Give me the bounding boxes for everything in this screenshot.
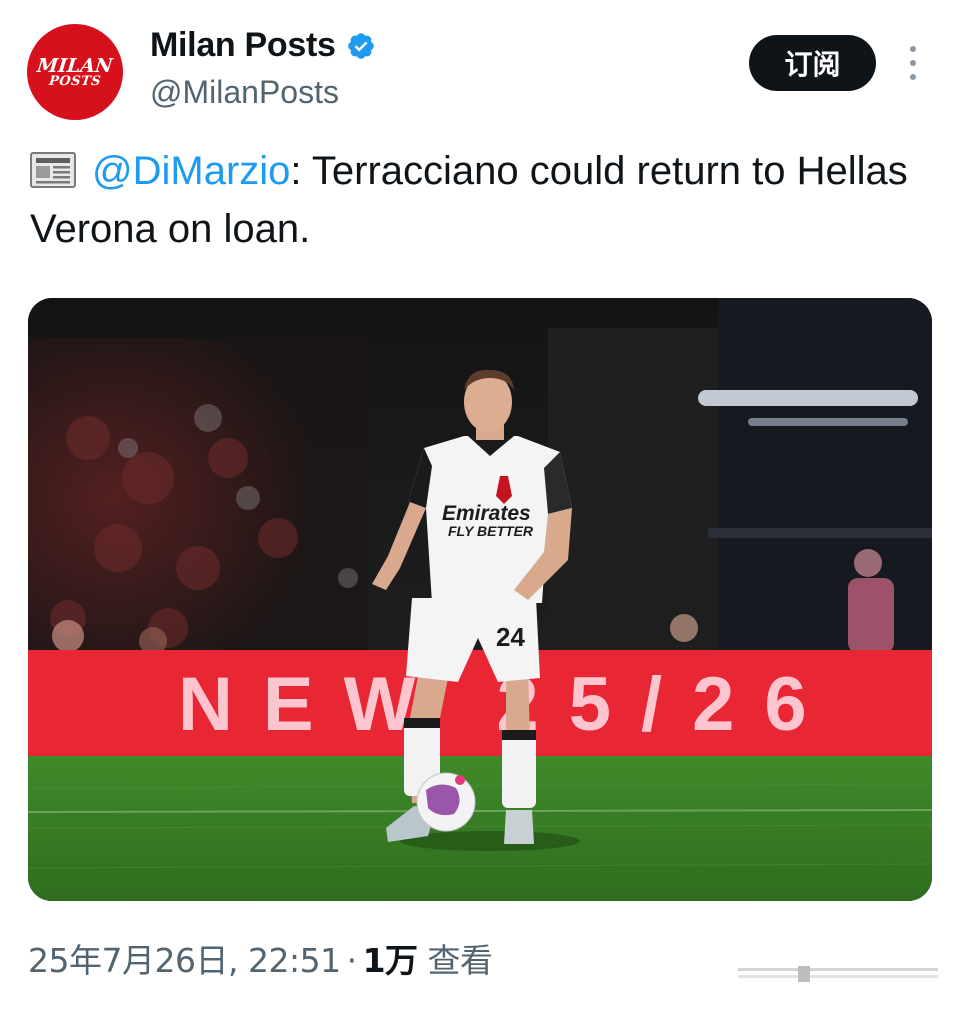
more-options-icon[interactable]: [905, 46, 921, 80]
tweet-text: @DiMarzio: Terracciano could return to H…: [30, 142, 930, 258]
author-avatar[interactable]: MILAN POSTS: [27, 24, 123, 120]
mention-link[interactable]: @DiMarzio: [92, 149, 290, 193]
scroll-handle-icon: [738, 962, 938, 988]
avatar-text-line2: POSTS: [48, 73, 102, 89]
newspaper-icon: [30, 146, 76, 188]
verified-badge-icon: [346, 31, 376, 61]
jersey-sponsor-sub: FLY BETTER: [448, 523, 534, 539]
tweet-meta: 25年7月26日, 22:51 · 1万 查看: [28, 934, 493, 982]
meta-separator: ·: [346, 941, 358, 980]
shorts-number: 24: [496, 622, 525, 652]
subscribe-button[interactable]: 订阅: [749, 35, 876, 91]
tweet-photo[interactable]: NEW 25/26 24 Emirates FLY BETTER: [28, 298, 932, 901]
author-name-row: Milan Posts: [150, 26, 376, 65]
tweet-card: MILAN POSTS Milan Posts @MilanPosts 订阅 @…: [0, 0, 960, 1009]
author-handle[interactable]: @MilanPosts: [150, 74, 339, 111]
avatar-text-line1: MILAN: [36, 54, 114, 77]
jersey-sponsor: Emirates: [442, 502, 531, 525]
views-label: 查看: [427, 941, 494, 980]
author-display-name[interactable]: Milan Posts: [150, 26, 336, 65]
views-count: 1万: [362, 941, 418, 980]
tweet-timestamp[interactable]: 25年7月26日, 22:51: [28, 941, 341, 980]
